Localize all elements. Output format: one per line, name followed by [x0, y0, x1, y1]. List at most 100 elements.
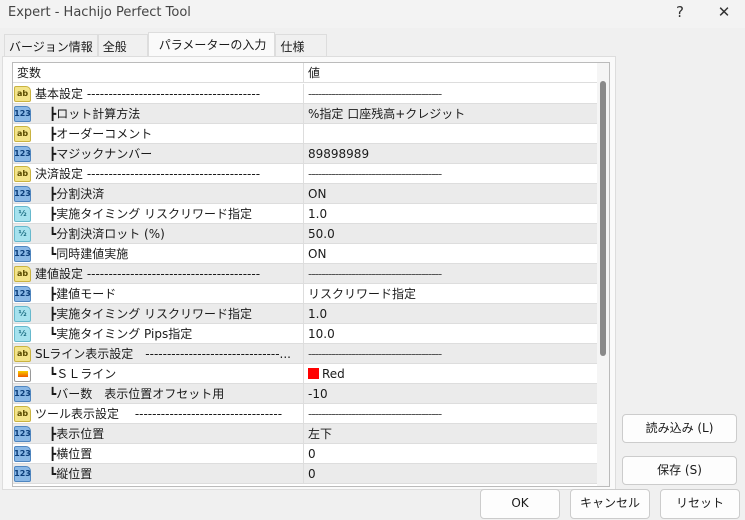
- table-row[interactable]: ab ┣オーダーコメント: [13, 124, 599, 144]
- param-value: 1.0: [308, 206, 328, 221]
- param-name: 基本設定 -----------------------------------…: [35, 87, 261, 101]
- param-name: ┗同時建値実施: [49, 247, 129, 261]
- table-header: 変数 値: [13, 63, 599, 83]
- double-type-icon: ½: [14, 205, 31, 222]
- table-row[interactable]: ab 建値設定 ---------------------------------…: [13, 264, 599, 284]
- param-value-cell[interactable]: ON: [304, 184, 599, 203]
- help-button[interactable]: ?: [658, 0, 702, 26]
- param-value: 10.0: [308, 326, 335, 341]
- tab-version-info[interactable]: バージョン情報: [4, 34, 98, 56]
- tab-input-parameters[interactable]: パラメーターの入力: [147, 32, 276, 56]
- close-button[interactable]: ✕: [702, 0, 745, 26]
- param-name: SLライン表示設定 ------------------------------…: [35, 347, 291, 361]
- param-value-cell[interactable]: 1.0: [304, 204, 599, 223]
- param-name: ┣実施タイミング リスクリワード指定: [49, 207, 253, 221]
- table-row[interactable]: ┗ＳＬライン Red: [13, 364, 599, 384]
- param-value: Red: [322, 366, 345, 381]
- param-value-cell[interactable]: 89898989: [304, 144, 599, 163]
- param-value: 左下: [308, 427, 333, 441]
- double-type-icon: ½: [14, 325, 31, 342]
- integer-type-icon: 123: [14, 185, 31, 202]
- param-name: 決済設定 -----------------------------------…: [35, 167, 261, 181]
- table-row[interactable]: ab 基本設定 ---------------------------------…: [13, 84, 599, 104]
- scrollbar-thumb[interactable]: [600, 81, 606, 356]
- param-value: ----------------------------------------: [308, 266, 442, 281]
- header-value[interactable]: 値: [304, 63, 599, 82]
- param-name: ┣オーダーコメント: [49, 127, 153, 141]
- param-value: -10: [308, 386, 328, 401]
- param-value-cell[interactable]: リスクリワード指定: [304, 284, 599, 303]
- double-type-icon: ½: [14, 305, 31, 322]
- param-value-cell[interactable]: 10.0: [304, 324, 599, 343]
- integer-type-icon: 123: [14, 385, 31, 402]
- table-row[interactable]: 123 ┣表示位置 左下: [13, 424, 599, 444]
- param-value: 1.0: [308, 306, 328, 321]
- param-name: ┗ＳＬライン: [49, 367, 117, 381]
- window-title: Expert - Hachijo Perfect Tool: [8, 5, 191, 20]
- integer-type-icon: 123: [14, 445, 31, 462]
- ok-button[interactable]: OK: [480, 489, 560, 519]
- param-value: ----------------------------------------: [308, 346, 442, 361]
- string-type-icon: ab: [14, 265, 31, 282]
- param-value: ON: [308, 186, 327, 201]
- param-name: ツール表示設定 --------------------------------…: [35, 407, 283, 421]
- title-bar: Expert - Hachijo Perfect Tool ? ✕: [0, 0, 745, 28]
- param-value-cell[interactable]: [304, 124, 599, 143]
- param-value-cell[interactable]: -10: [304, 384, 599, 403]
- param-value-cell[interactable]: 0: [304, 444, 599, 463]
- param-value-cell[interactable]: 左下: [304, 424, 599, 443]
- header-variable[interactable]: 変数: [13, 63, 304, 82]
- parameter-table: 変数 値 ab 基本設定 ----------------------------…: [12, 62, 610, 487]
- param-value: 0: [308, 446, 316, 461]
- param-value-cell[interactable]: %指定 口座残高+クレジット: [304, 104, 599, 123]
- table-row[interactable]: ab SLライン表示設定 ----------------------------…: [13, 344, 599, 364]
- param-name: ┣実施タイミング リスクリワード指定: [49, 307, 253, 321]
- table-row[interactable]: ab ツール表示設定 ------------------------------…: [13, 404, 599, 424]
- reset-button[interactable]: リセット: [660, 489, 740, 519]
- table-row[interactable]: 123 ┣建値モード リスクリワード指定: [13, 284, 599, 304]
- param-name: ┗分割決済ロット (%): [49, 227, 165, 241]
- table-row[interactable]: ½ ┣実施タイミング リスクリワード指定 1.0: [13, 304, 599, 324]
- param-value: 50.0: [308, 226, 335, 241]
- tab-specs[interactable]: 仕様: [275, 34, 328, 56]
- vertical-scrollbar[interactable]: [597, 63, 609, 486]
- table-row[interactable]: ab 決済設定 ---------------------------------…: [13, 164, 599, 184]
- param-value-cell[interactable]: 50.0: [304, 224, 599, 243]
- table-row[interactable]: 123 ┗バー数 表示位置オフセット用 -10: [13, 384, 599, 404]
- param-value-cell[interactable]: ----------------------------------------: [304, 344, 599, 363]
- table-row[interactable]: 123 ┣マジックナンバー 89898989: [13, 144, 599, 164]
- tab-bar: バージョン情報 全般 パラメーターの入力 仕様: [4, 32, 328, 56]
- param-value-cell[interactable]: ----------------------------------------: [304, 404, 599, 423]
- param-name: ┗バー数 表示位置オフセット用: [49, 387, 225, 401]
- param-value-cell[interactable]: 1.0: [304, 304, 599, 323]
- table-row[interactable]: 123 ┣横位置 0: [13, 444, 599, 464]
- table-row[interactable]: 123 ┗同時建値実施 ON: [13, 244, 599, 264]
- param-value-cell[interactable]: ON: [304, 244, 599, 263]
- param-value-cell[interactable]: ----------------------------------------: [304, 84, 599, 103]
- param-value: ----------------------------------------: [308, 406, 442, 421]
- param-value-cell[interactable]: ----------------------------------------: [304, 264, 599, 283]
- tab-general[interactable]: 全般: [97, 34, 148, 56]
- string-type-icon: ab: [14, 125, 31, 142]
- table-row[interactable]: ½ ┣実施タイミング リスクリワード指定 1.0: [13, 204, 599, 224]
- table-row[interactable]: 123 ┗縦位置 0: [13, 464, 599, 484]
- string-type-icon: ab: [14, 405, 31, 422]
- integer-type-icon: 123: [14, 245, 31, 262]
- double-type-icon: ½: [14, 225, 31, 242]
- param-name: ┗縦位置: [49, 467, 93, 481]
- table-row[interactable]: 123 ┣ロット計算方法 %指定 口座残高+クレジット: [13, 104, 599, 124]
- param-value: ----------------------------------------: [308, 166, 442, 181]
- integer-type-icon: 123: [14, 465, 31, 482]
- save-button[interactable]: 保存 (S): [622, 456, 737, 485]
- param-value-cell[interactable]: Red: [304, 364, 599, 383]
- param-name: ┗実施タイミング Pips指定: [49, 327, 193, 341]
- param-value-cell[interactable]: 0: [304, 464, 599, 483]
- table-row[interactable]: ½ ┗実施タイミング Pips指定 10.0: [13, 324, 599, 344]
- table-row[interactable]: ½ ┗分割決済ロット (%) 50.0: [13, 224, 599, 244]
- integer-type-icon: 123: [14, 285, 31, 302]
- param-value-cell[interactable]: ----------------------------------------: [304, 164, 599, 183]
- param-name: ┣横位置: [49, 447, 93, 461]
- table-row[interactable]: 123 ┣分割決済 ON: [13, 184, 599, 204]
- cancel-button[interactable]: キャンセル: [570, 489, 650, 519]
- load-button[interactable]: 読み込み (L): [622, 414, 737, 443]
